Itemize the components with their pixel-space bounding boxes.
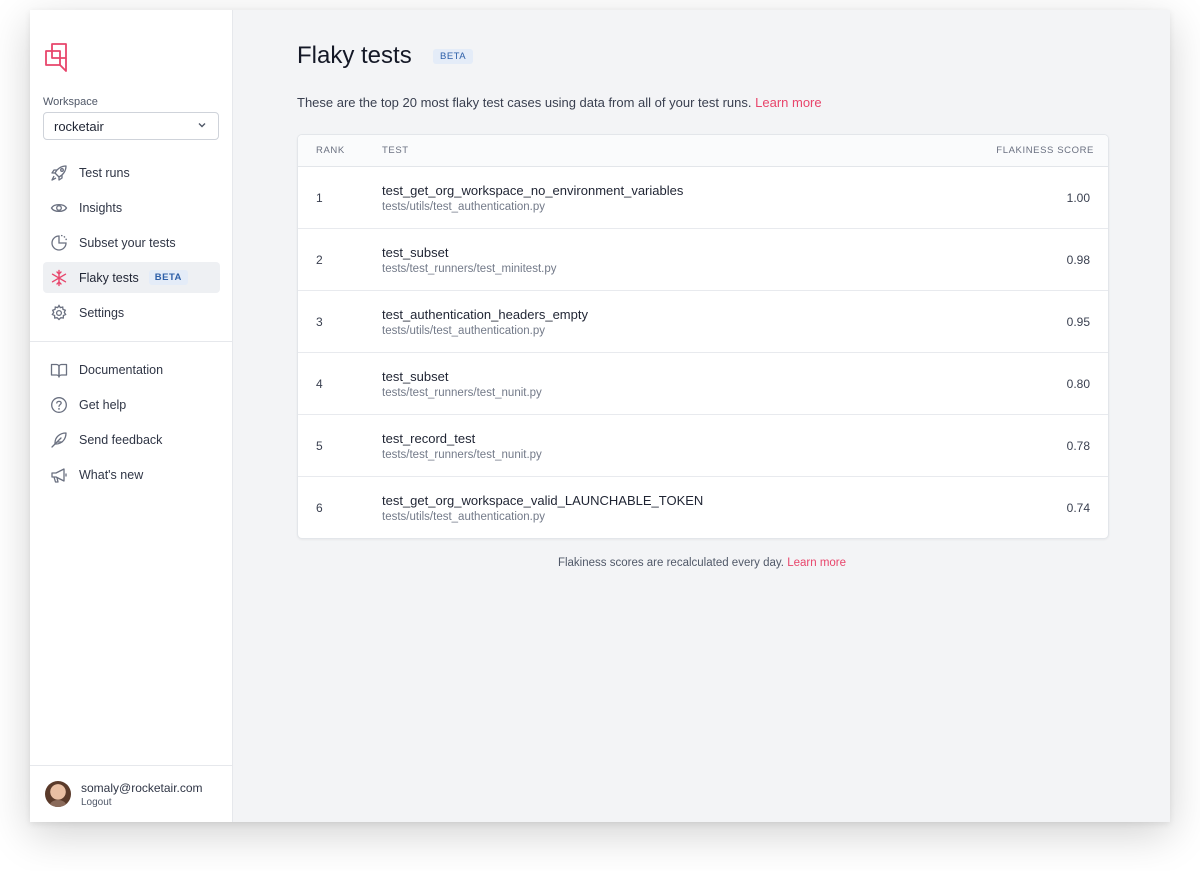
test-name: test_record_test bbox=[382, 430, 476, 446]
workspace-label: Workspace bbox=[43, 96, 98, 108]
test-path: tests/utils/test_authentication.py bbox=[382, 324, 546, 337]
header-test[interactable]: TEST bbox=[382, 145, 948, 156]
test-path: tests/test_runners/test_nunit.py bbox=[382, 448, 542, 461]
main-content: Flaky tests BETA These are the top 20 mo… bbox=[233, 10, 1170, 822]
secondary-nav: Documentation Get help Send feedback Wha… bbox=[43, 354, 220, 494]
intro-text: These are the top 20 most flaky test cas… bbox=[297, 95, 822, 110]
test-path: tests/test_runners/test_minitest.py bbox=[382, 262, 557, 275]
table-row[interactable]: 6 test_get_org_workspace_valid_LAUNCHABL… bbox=[298, 477, 1108, 538]
row-rank: 1 bbox=[316, 190, 323, 205]
row-rank: 2 bbox=[316, 252, 323, 267]
sidebar-item-label: Subset your tests bbox=[79, 235, 176, 250]
table-row[interactable]: 5 test_record_test tests/test_runners/te… bbox=[298, 415, 1108, 477]
row-rank: 4 bbox=[316, 376, 323, 391]
workspace-value: rocketair bbox=[54, 118, 104, 134]
sidebar-item-flaky-tests[interactable]: Flaky tests BETA bbox=[43, 262, 220, 293]
test-name: test_subset bbox=[382, 368, 449, 384]
test-name: test_authentication_headers_empty bbox=[382, 306, 588, 322]
test-path: tests/utils/test_authentication.py bbox=[382, 510, 546, 523]
sidebar-item-label: Settings bbox=[79, 305, 125, 320]
row-test: test_get_org_workspace_no_environment_va… bbox=[382, 183, 948, 213]
row-test: test_get_org_workspace_valid_LAUNCHABLE_… bbox=[382, 493, 948, 523]
flaky-tests-table: RANK TEST FLAKINESS SCORE 1 test_get_org… bbox=[297, 134, 1109, 539]
sidebar-item-subset[interactable]: Subset your tests bbox=[43, 227, 220, 258]
sidebar-item-test-runs[interactable]: Test runs bbox=[43, 157, 220, 188]
row-score: 0.78 bbox=[1066, 438, 1090, 453]
table-row[interactable]: 3 test_authentication_headers_empty test… bbox=[298, 291, 1108, 353]
logout-link[interactable]: Logout bbox=[81, 797, 203, 808]
sidebar-item-send-feedback[interactable]: Send feedback bbox=[43, 424, 220, 455]
sidebar-item-whats-new[interactable]: What's new bbox=[43, 459, 220, 490]
table-row[interactable]: 1 test_get_org_workspace_no_environment_… bbox=[298, 167, 1108, 229]
sidebar-item-label: Send feedback bbox=[79, 432, 163, 447]
pie-chart-icon bbox=[50, 234, 68, 252]
page-title: Flaky tests bbox=[297, 42, 412, 69]
row-score: 0.74 bbox=[1066, 500, 1090, 515]
row-test: test_subset tests/test_runners/test_mini… bbox=[382, 245, 948, 275]
logo-icon[interactable] bbox=[43, 41, 75, 73]
footnote-learn-more-link[interactable]: Learn more bbox=[787, 557, 846, 569]
row-test: test_authentication_headers_empty tests/… bbox=[382, 307, 948, 337]
user-email: somaly@rocketair.com bbox=[81, 780, 203, 795]
row-test: test_subset tests/test_runners/test_nuni… bbox=[382, 369, 948, 399]
row-score: 0.80 bbox=[1066, 376, 1090, 391]
sidebar-item-label: Documentation bbox=[79, 362, 164, 377]
row-score: 0.95 bbox=[1066, 314, 1090, 329]
gear-icon bbox=[50, 303, 68, 322]
test-name: test_get_org_workspace_valid_LAUNCHABLE_… bbox=[382, 492, 704, 508]
row-rank: 3 bbox=[316, 314, 323, 329]
sidebar-item-settings[interactable]: Settings bbox=[43, 297, 220, 328]
sidebar-item-label: What's new bbox=[79, 467, 144, 482]
app-window: Workspace rocketair Test runs Insights S… bbox=[30, 10, 1170, 822]
table-row[interactable]: 2 test_subset tests/test_runners/test_mi… bbox=[298, 229, 1108, 291]
table-row[interactable]: 4 test_subset tests/test_runners/test_nu… bbox=[298, 353, 1108, 415]
header-flakiness-score[interactable]: FLAKINESS SCORE bbox=[948, 145, 1108, 156]
avatar[interactable] bbox=[45, 781, 71, 807]
help-circle-icon bbox=[50, 396, 68, 414]
chevron-down-icon bbox=[196, 119, 208, 134]
table-header: RANK TEST FLAKINESS SCORE bbox=[298, 135, 1108, 167]
workspace-select[interactable]: rocketair bbox=[43, 112, 219, 140]
learn-more-link[interactable]: Learn more bbox=[755, 95, 821, 110]
sidebar-item-label: Get help bbox=[79, 397, 127, 412]
row-test: test_record_test tests/test_runners/test… bbox=[382, 431, 948, 461]
sidebar-item-label: Insights bbox=[79, 200, 123, 215]
intro-sentence: These are the top 20 most flaky test cas… bbox=[297, 95, 752, 110]
test-name: test_get_org_workspace_no_environment_va… bbox=[382, 182, 684, 198]
test-path: tests/utils/test_authentication.py bbox=[382, 200, 546, 213]
row-rank: 6 bbox=[316, 500, 323, 515]
footnote-text: Flakiness scores are recalculated every … bbox=[557, 557, 785, 569]
book-icon bbox=[50, 361, 68, 379]
user-profile: somaly@rocketair.com Logout bbox=[30, 765, 233, 822]
sidebar-item-documentation[interactable]: Documentation bbox=[43, 354, 220, 385]
footnote: Flakiness scores are recalculated every … bbox=[297, 557, 1107, 569]
snowflake-icon bbox=[50, 269, 68, 287]
test-path: tests/test_runners/test_nunit.py bbox=[382, 386, 542, 399]
sidebar-item-label: Flaky tests bbox=[79, 270, 139, 285]
sidebar-divider bbox=[30, 341, 233, 342]
sidebar-item-get-help[interactable]: Get help bbox=[43, 389, 220, 420]
beta-badge: BETA bbox=[148, 270, 188, 285]
feather-icon bbox=[50, 431, 68, 449]
test-name: test_subset bbox=[382, 244, 449, 260]
eye-icon bbox=[50, 199, 68, 217]
megaphone-icon bbox=[50, 466, 68, 484]
rocket-icon bbox=[50, 164, 68, 182]
title-beta-badge: BETA bbox=[433, 49, 474, 64]
row-rank: 5 bbox=[316, 438, 323, 453]
primary-nav: Test runs Insights Subset your tests Fla… bbox=[43, 157, 220, 332]
row-score: 0.98 bbox=[1066, 252, 1090, 267]
sidebar-item-label: Test runs bbox=[79, 165, 130, 180]
row-score: 1.00 bbox=[1066, 190, 1090, 205]
sidebar: Workspace rocketair Test runs Insights S… bbox=[30, 10, 233, 822]
sidebar-item-insights[interactable]: Insights bbox=[43, 192, 220, 223]
header-rank[interactable]: RANK bbox=[298, 145, 382, 156]
